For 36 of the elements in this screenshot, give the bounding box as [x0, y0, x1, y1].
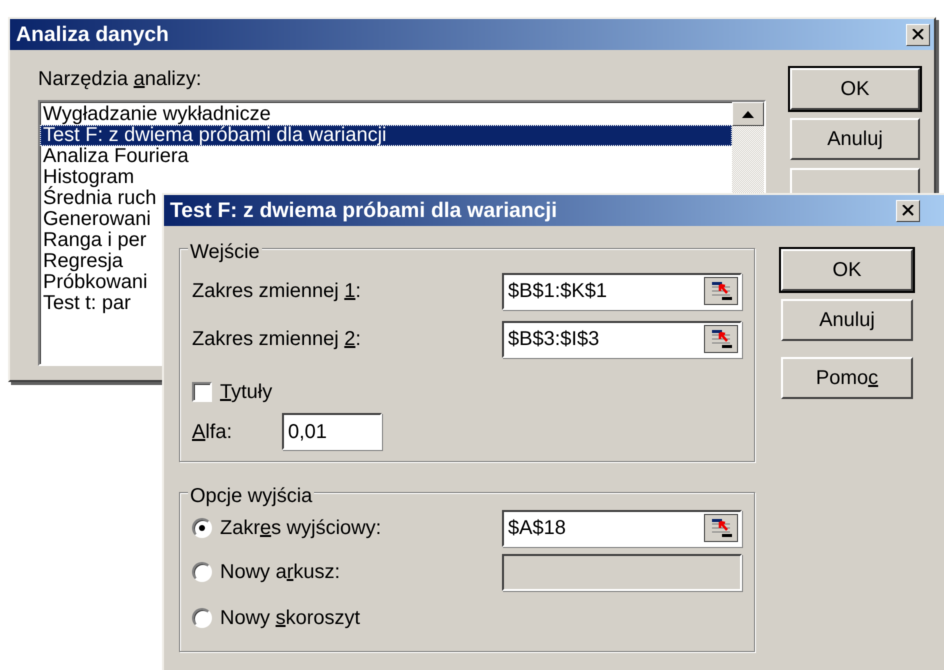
- radio-label: Nowy skoroszyt: [220, 606, 360, 631]
- radio-label: Zakres wyjściowy:: [220, 516, 382, 541]
- range-picker-icon[interactable]: [704, 277, 738, 305]
- list-item[interactable]: Analiza Fouriera: [40, 146, 732, 167]
- radio-label: Nowy arkusz:: [220, 560, 340, 585]
- window-title: Test F: z dwiema próbami dla wariancji: [170, 198, 558, 224]
- dialog-button[interactable]: Anuluj: [781, 299, 913, 341]
- radio-button[interactable]: [192, 562, 212, 582]
- dialog-button[interactable]: OK: [781, 249, 913, 291]
- range-field[interactable]: $B$3:$I$3: [502, 320, 742, 358]
- scroll-up-button[interactable]: [732, 102, 764, 126]
- checkbox[interactable]: [192, 382, 212, 402]
- list-item[interactable]: Wygładzanie wykładnicze: [40, 104, 732, 125]
- field-label: Zakres zmiennej 1:: [192, 279, 361, 304]
- range-field[interactable]: $A$18: [502, 510, 742, 546]
- checkbox-label: Tytuły: [220, 380, 272, 405]
- dialog-button[interactable]: OK: [790, 68, 920, 110]
- dialog-button[interactable]: Pomoc: [781, 357, 913, 399]
- alpha-field[interactable]: 0,01: [282, 413, 382, 450]
- close-button[interactable]: [896, 200, 920, 222]
- range-picker-icon[interactable]: [704, 514, 738, 542]
- field-label: Alfa:: [192, 420, 234, 444]
- up-arrow-icon: [742, 110, 754, 118]
- range-field[interactable]: $B$1:$K$1: [502, 272, 742, 310]
- close-button[interactable]: [906, 24, 930, 46]
- close-icon: [902, 205, 914, 216]
- window-title: Analiza danych: [16, 22, 169, 48]
- dialog-button[interactable]: Anuluj: [790, 118, 920, 160]
- range-picker-icon[interactable]: [704, 325, 738, 353]
- field-label: Zakres zmiennej 2:: [192, 327, 361, 352]
- close-icon: [912, 29, 924, 40]
- radio-button[interactable]: [192, 518, 212, 538]
- list-item[interactable]: Test F: z dwiema próbami dla wariancji: [40, 125, 732, 146]
- radio-button[interactable]: [192, 608, 212, 628]
- list-label: Narzędzia analizy:: [38, 67, 202, 92]
- list-item[interactable]: Histogram: [40, 167, 732, 188]
